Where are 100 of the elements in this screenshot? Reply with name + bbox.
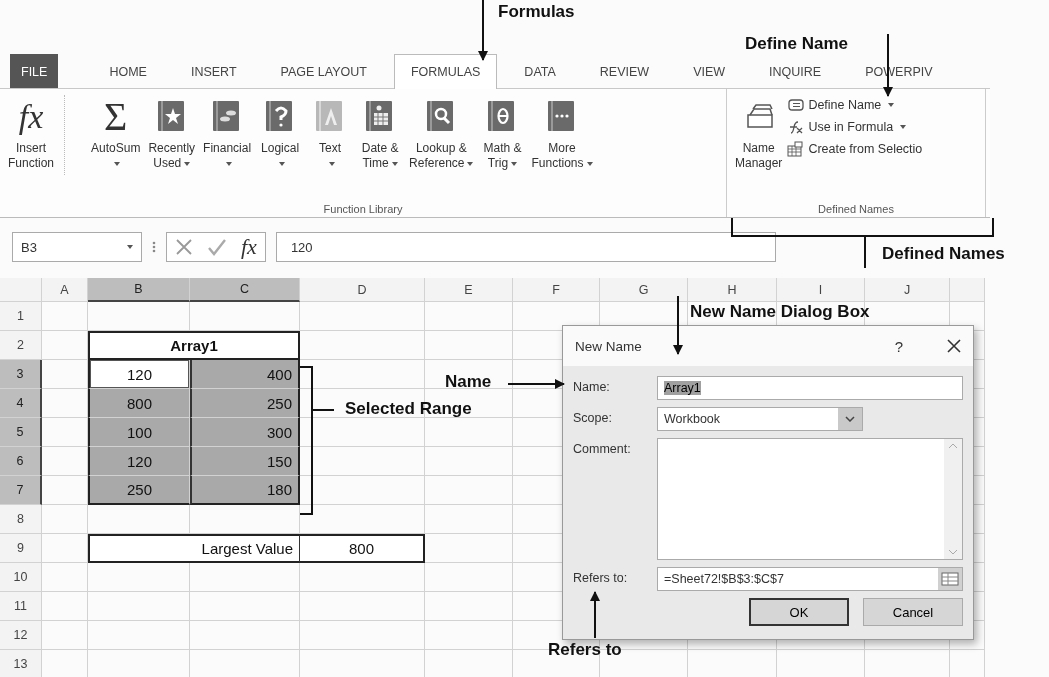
cancel-icon[interactable] (175, 238, 193, 256)
ribbon-button[interactable]: Recently Used (144, 95, 200, 175)
column-header[interactable]: H (688, 278, 777, 302)
group-label: Function Library (322, 203, 404, 215)
arrow (590, 591, 600, 639)
row-header[interactable]: 11 (0, 592, 42, 621)
row-header[interactable]: 8 (0, 505, 42, 534)
tag-icon (786, 97, 805, 113)
column-header[interactable]: G (600, 278, 688, 302)
dialog-title: New Name (575, 338, 643, 354)
name-box[interactable]: B3 (12, 232, 142, 262)
formula-field[interactable]: 120 (275, 232, 776, 262)
table-cell: 120 (88, 447, 190, 476)
row-header[interactable]: 5 (0, 418, 42, 447)
table-cell: Array1 (88, 331, 300, 360)
table-cell: 120 (88, 360, 190, 389)
annotation-label: Formulas (498, 2, 575, 22)
row-header[interactable]: 4 (0, 389, 42, 418)
table-cell: 250 (190, 389, 300, 418)
row-header[interactable]: 3 (0, 360, 42, 389)
ribbon-button[interactable]: Logical (255, 95, 306, 175)
annotation-label: Refers to (548, 640, 622, 660)
field-label: Refers to: (573, 570, 629, 585)
row-header[interactable]: 7 (0, 476, 42, 505)
ribbon-button[interactable]: Define Name (786, 97, 923, 113)
ribbon-tab[interactable]: INQUIRE (752, 54, 839, 88)
ribbon-tab[interactable]: INSERT (173, 54, 254, 88)
table-cell: 300 (190, 418, 300, 447)
dialog-button[interactable]: OK (749, 598, 849, 626)
column-header[interactable]: B (88, 278, 190, 302)
arrow (673, 295, 683, 355)
ribbon-tab[interactable]: REVIEW (582, 54, 667, 88)
scroll-up-icon[interactable] (948, 443, 958, 449)
scroll-down-icon[interactable] (948, 549, 958, 555)
column-header[interactable]: I (777, 278, 865, 302)
table-cell: 180 (190, 476, 300, 505)
scope-dropdown[interactable]: Workbook (657, 407, 863, 431)
table-cell: 150 (190, 447, 300, 476)
ribbon-button[interactable]: Σ AutoSum (87, 95, 145, 175)
dialog-button[interactable]: Cancel (863, 598, 963, 626)
group-label: Defined Names (817, 203, 895, 215)
table-cell: 800 (300, 534, 425, 563)
name-field[interactable]: Array1 (657, 376, 963, 400)
table-cell: Largest Value (88, 534, 300, 563)
ribbon-button[interactable]: Name Manager (731, 95, 787, 175)
ribbon-button[interactable]: Lookup & Reference (405, 95, 478, 175)
column-header[interactable]: A (42, 278, 88, 302)
row-header[interactable]: 13 (0, 650, 42, 677)
ribbon-button[interactable]: Financial (199, 95, 256, 175)
ribbon-button[interactable]: More Functions (527, 95, 597, 175)
help-button[interactable]: ? (894, 337, 903, 355)
ribbon-button[interactable]: Math & Trig (477, 95, 528, 175)
field-label: Comment: (573, 441, 632, 456)
checkmark-icon[interactable] (207, 238, 227, 256)
close-icon[interactable] (947, 339, 961, 353)
comment-field[interactable] (657, 438, 963, 560)
caret-icon (127, 245, 133, 249)
column-header[interactable]: C (190, 278, 300, 302)
row-header[interactable]: 9 (0, 534, 42, 563)
field-label: Scope: (573, 410, 613, 425)
ribbon-tab[interactable]: PAGE LAYOUT (263, 54, 384, 88)
ribbon-tab[interactable]: FORMULAS (393, 54, 498, 89)
ribbon-button[interactable]: Use in Formula (786, 119, 923, 135)
row-header[interactable]: 2 (0, 331, 42, 360)
column-header[interactable]: F (513, 278, 600, 302)
ribbon-button[interactable]: Create from Selectio (786, 141, 923, 157)
select-all-button[interactable] (0, 278, 42, 302)
field-label: Name: (573, 379, 611, 394)
function-icon: fx (14, 99, 48, 135)
annotation-label: New Name Dialog Box (690, 302, 870, 322)
row-header[interactable]: 10 (0, 563, 42, 592)
more-icon (152, 240, 156, 254)
table-cell: 800 (88, 389, 190, 418)
table-cell: 250 (88, 476, 190, 505)
annotation-label: Selected Range (345, 399, 472, 419)
arrow (507, 379, 565, 389)
annotation-label: Defined Names (882, 244, 1005, 264)
arrow (478, 0, 488, 61)
ribbon-tab[interactable]: VIEW (676, 54, 743, 88)
table-cell: 100 (88, 418, 190, 447)
column-header[interactable]: D (300, 278, 425, 302)
sigma-icon: Σ (98, 99, 133, 135)
row-header[interactable]: 6 (0, 447, 42, 476)
column-header[interactable] (950, 278, 985, 302)
ribbon-tab[interactable]: DATA (507, 54, 573, 88)
chevron-down-icon (845, 416, 855, 422)
ribbon-tab[interactable]: HOME (92, 54, 164, 88)
ribbon-button[interactable]: Date & Time (355, 95, 406, 175)
row-header[interactable]: 12 (0, 621, 42, 650)
row-header[interactable]: 1 (0, 302, 42, 331)
insert-function-button[interactable]: fx (241, 234, 257, 260)
table-cell: 400 (190, 360, 300, 389)
column-header[interactable]: J (865, 278, 950, 302)
refers-to-field[interactable]: =Sheet72!$B$3:$C$7 (657, 567, 963, 591)
table-icon (786, 141, 805, 157)
column-header[interactable]: E (425, 278, 513, 302)
ribbon-tab[interactable]: FILE (10, 54, 59, 88)
ribbon-button[interactable]: Text (305, 95, 356, 175)
ribbon-button[interactable]: fx Insert Function (4, 95, 66, 175)
annotation-label: Define Name (745, 34, 848, 54)
